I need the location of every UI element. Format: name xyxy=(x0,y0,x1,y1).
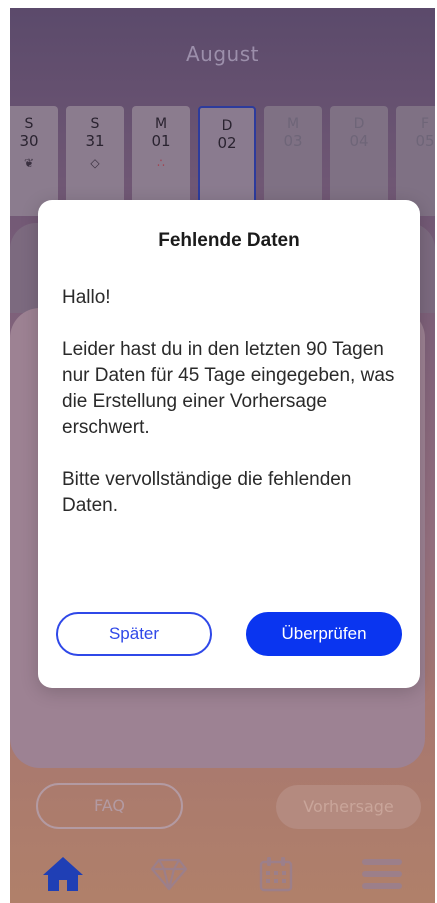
day-weekday: D xyxy=(353,116,365,132)
day-date: 04 xyxy=(349,132,369,150)
drops-icon: ∴ xyxy=(157,156,165,170)
month-title: August xyxy=(186,42,259,66)
dialog-message: Leider hast du in den letzten 90 Tagen n… xyxy=(62,339,395,438)
tab-calendar[interactable] xyxy=(223,844,329,903)
gem-icon: ◇ xyxy=(90,156,100,170)
dialog-body: Hallo! Leider hast du in den letzten 90 … xyxy=(62,285,402,545)
day-weekday: S xyxy=(24,116,34,132)
day-date: 30 xyxy=(19,132,39,150)
day-date: 31 xyxy=(85,132,105,150)
tab-home[interactable] xyxy=(10,844,116,903)
home-icon xyxy=(43,856,84,891)
tab-bar xyxy=(10,844,435,903)
day-date: 03 xyxy=(283,132,303,150)
leaf-icon: ❦ xyxy=(23,156,35,170)
dialog-request: Bitte vervollständige die fehlenden Date… xyxy=(62,469,352,516)
dialog-greeting: Hallo! xyxy=(62,287,111,308)
missing-data-dialog: Fehlende Daten Hallo! Leider hast du in … xyxy=(38,200,420,688)
dialog-title: Fehlende Daten xyxy=(158,230,300,251)
faq-button[interactable]: FAQ xyxy=(36,783,183,829)
tab-menu[interactable] xyxy=(329,844,435,903)
day-date: 05 xyxy=(415,132,435,150)
day-weekday: F xyxy=(420,116,430,132)
day-weekday: M xyxy=(286,116,300,132)
later-button[interactable]: Später xyxy=(56,612,212,656)
gem-icon xyxy=(151,858,188,890)
forecast-button[interactable]: Vorhersage xyxy=(276,785,421,829)
tab-gem[interactable] xyxy=(116,844,222,903)
menu-icon xyxy=(361,858,402,889)
calendar-icon xyxy=(259,856,292,891)
day-weekday: S xyxy=(90,116,100,132)
day-weekday: M xyxy=(154,116,168,132)
check-button[interactable]: Überprüfen xyxy=(246,612,402,656)
day-date: 02 xyxy=(217,134,237,152)
day-date: 01 xyxy=(151,132,171,150)
day-weekday: D xyxy=(221,118,233,134)
